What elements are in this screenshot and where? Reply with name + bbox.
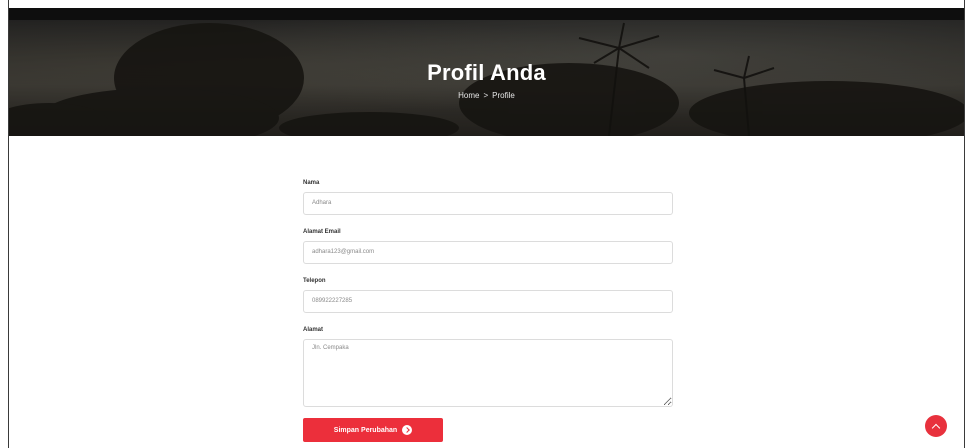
- email-field[interactable]: [303, 241, 673, 264]
- phone-field[interactable]: [303, 290, 673, 313]
- breadcrumb-current: Profile: [492, 91, 515, 100]
- address-field[interactable]: Jln. Cempaka: [303, 339, 673, 407]
- phone-label: Telepon: [303, 278, 326, 284]
- save-changes-button[interactable]: Simpan Perubahan: [303, 418, 443, 442]
- save-changes-label: Simpan Perubahan: [333, 426, 398, 434]
- email-label: Alamat Email: [303, 229, 341, 235]
- breadcrumb: Home > Profile: [9, 91, 964, 100]
- page-title: Profil Anda: [427, 60, 546, 85]
- name-label: Nama: [303, 180, 320, 186]
- profile-page: Profil Anda Home >Profile Nama Alamat Ema…: [0, 0, 969, 448]
- hero-banner: Profil Anda Home > Profile: [9, 8, 964, 136]
- name-field[interactable]: [303, 192, 673, 215]
- scroll-to-top-button[interactable]: [925, 415, 947, 437]
- chevron-up-icon: [931, 423, 941, 432]
- address-label: Alamat: [303, 327, 324, 333]
- arrow-circle-icon: [402, 425, 413, 435]
- profile-form: Nama Alamat Email Telepon Alamat Jln. Ce…: [303, 180, 675, 442]
- breadcrumb-separator: >: [483, 91, 489, 100]
- breadcrumb-home-link[interactable]: Home: [458, 91, 479, 100]
